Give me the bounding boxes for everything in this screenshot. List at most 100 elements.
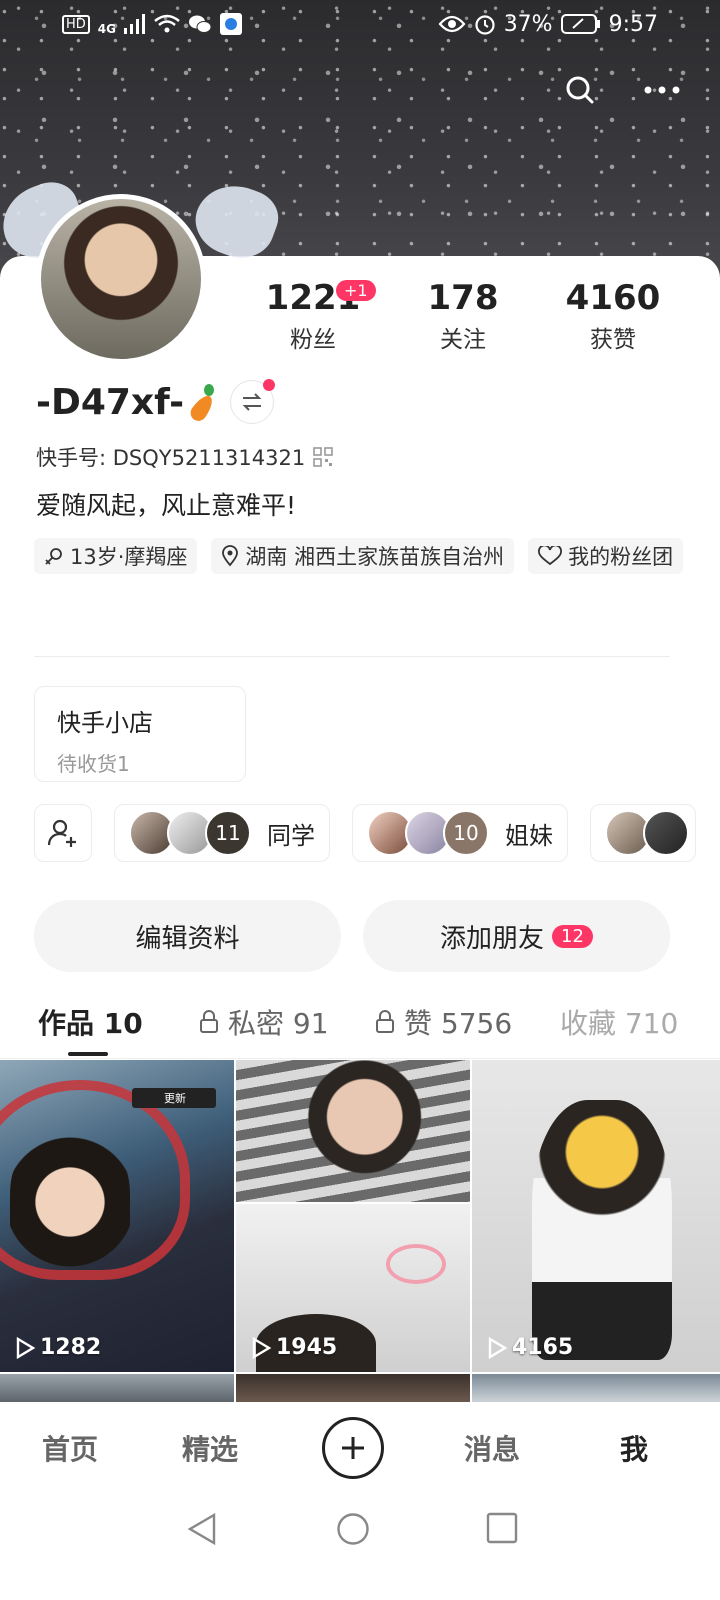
thumbnail-person — [532, 1100, 672, 1360]
stat-likes[interactable]: 4160 获赞 — [538, 278, 688, 354]
nav-home[interactable]: 首页 — [42, 1428, 98, 1468]
divider — [0, 1058, 720, 1059]
add-friends-label: 添加朋友 — [440, 923, 545, 954]
member-avatar — [643, 810, 689, 856]
likes-count: 4160 — [565, 278, 661, 318]
wechat-icon — [189, 15, 212, 33]
thumbnail-top — [236, 1060, 470, 1202]
tab-private-label: 私密 91 — [228, 1007, 329, 1040]
age-tag-label: 13岁·摩羯座 — [70, 545, 188, 569]
stat-following[interactable]: 178 关注 — [388, 278, 538, 354]
nav-featured[interactable]: 精选 — [182, 1428, 238, 1468]
eye-icon — [438, 15, 466, 33]
qr-code-icon[interactable] — [313, 447, 334, 467]
member-count: 10 — [443, 810, 489, 856]
bottom-nav: 首页 精选 消息 我 — [0, 1402, 720, 1494]
ears-decoration — [386, 1244, 446, 1284]
fan-group-tag[interactable]: 我的粉丝团 — [528, 538, 684, 574]
profile-name: -D47xf- — [36, 381, 185, 423]
more-button[interactable] — [634, 62, 690, 118]
location-tag: 湖南 湘西土家族苗族自治州 — [211, 538, 515, 574]
content-tabs: 作品 10 私密 91 赞 5756 收藏 710 — [0, 996, 720, 1056]
video-thumbnail[interactable] — [472, 1374, 720, 1402]
edit-profile-label: 编辑资料 — [135, 923, 240, 954]
fans-label: 粉丝 — [290, 327, 336, 353]
search-icon — [566, 76, 594, 104]
tab-likes[interactable]: 赞 5756 — [374, 1002, 512, 1042]
tab-favorites[interactable]: 收藏 710 — [560, 1002, 678, 1042]
play-count-value: 1945 — [276, 1335, 338, 1360]
group-classmates[interactable]: 11 同学 — [114, 804, 330, 862]
location-tag-label: 湖南 湘西土家族苗族自治州 — [245, 545, 505, 569]
play-count: 1282 — [14, 1335, 101, 1360]
tab-works[interactable]: 作品 10 — [38, 1002, 143, 1042]
group-name: 同学 — [267, 821, 315, 850]
fan-group-icon — [538, 546, 563, 566]
alarm-icon — [475, 15, 495, 35]
search-button[interactable] — [552, 62, 608, 118]
profile-stats: 1221 粉丝 +1 178 关注 4160 获赞 — [238, 278, 688, 354]
status-bar: HD 4G 37% 9:57 — [0, 0, 720, 48]
play-count: 4165 — [486, 1335, 573, 1360]
kwai-id: 快手号: DSQY5211314321 — [36, 446, 306, 470]
create-post-button[interactable] — [322, 1417, 384, 1479]
tab-favorites-label: 收藏 710 — [560, 1007, 679, 1040]
new-fans-badge: +1 — [336, 280, 376, 301]
avatar[interactable] — [36, 194, 206, 364]
lock-icon — [376, 1010, 394, 1033]
age-tag: 13岁·摩羯座 — [34, 538, 198, 574]
add-friends-button[interactable]: 添加朋友 12 — [363, 900, 670, 972]
home-icon[interactable] — [336, 1512, 370, 1546]
add-user-icon — [47, 819, 76, 847]
bio: 爱随风起，风止意难平! — [36, 491, 297, 520]
network-label: 4G — [97, 22, 116, 36]
wifi-icon — [154, 14, 180, 33]
video-thumbnail[interactable]: 4165 — [472, 1060, 720, 1372]
hd-icon: HD — [62, 14, 90, 34]
nav-me[interactable]: 我 — [620, 1428, 648, 1468]
stat-fans[interactable]: 1221 粉丝 +1 — [238, 278, 388, 354]
friend-groups: 11 同学 10 姐妹 — [34, 804, 720, 864]
back-icon[interactable] — [186, 1512, 218, 1546]
group-more[interactable] — [590, 804, 696, 862]
fan-group-label: 我的粉丝团 — [568, 545, 674, 569]
signal-icon — [124, 14, 145, 34]
switch-icon — [242, 393, 262, 411]
video-thumbnail[interactable] — [0, 1374, 234, 1402]
lock-icon — [200, 1010, 218, 1033]
shop-title: 快手小店 — [57, 709, 153, 737]
battery-icon — [560, 14, 600, 34]
location-icon — [222, 545, 239, 567]
tab-private[interactable]: 私密 91 — [198, 1002, 329, 1042]
video-thumbnail[interactable] — [236, 1374, 470, 1402]
clock: 9:57 — [608, 11, 658, 37]
tab-works-label: 作品 10 — [38, 1007, 143, 1040]
system-nav-bar — [0, 1494, 720, 1600]
carrot-emoji-icon — [190, 382, 216, 422]
add-friend-group-button[interactable] — [34, 804, 92, 862]
switch-account-button[interactable] — [230, 379, 276, 424]
recents-icon[interactable] — [486, 1512, 518, 1544]
following-count: 178 — [427, 278, 499, 318]
tab-likes-label: 赞 5756 — [404, 1007, 513, 1040]
edit-profile-button[interactable]: 编辑资料 — [34, 900, 341, 972]
plus-icon — [342, 1437, 364, 1459]
member-count: 11 — [205, 810, 251, 856]
play-icon — [488, 1336, 508, 1359]
update-badge: 更新 — [132, 1088, 216, 1108]
video-thumbnail[interactable]: 更新 1282 — [0, 1060, 234, 1372]
kwai-shop-card[interactable]: 快手小店 待收货1 — [34, 686, 246, 782]
video-grid-row-2 — [0, 1374, 720, 1402]
group-sisters[interactable]: 10 姐妹 — [352, 804, 568, 862]
likes-label: 获赞 — [590, 327, 636, 353]
video-grid: 更新 1282 1945 4165 — [0, 1060, 720, 1402]
more-icon — [644, 86, 680, 94]
play-icon — [16, 1336, 36, 1359]
active-tab-indicator — [68, 1052, 108, 1056]
add-friends-badge: 12 — [552, 924, 593, 948]
video-thumbnail[interactable]: 1945 — [236, 1060, 470, 1372]
group-name: 姐妹 — [505, 821, 553, 850]
profile-tags: 13岁·摩羯座 湖南 湘西土家族苗族自治州 我的粉丝团 — [34, 538, 684, 574]
nav-messages[interactable]: 消息 — [464, 1428, 520, 1468]
play-count-value: 4165 — [512, 1335, 574, 1360]
